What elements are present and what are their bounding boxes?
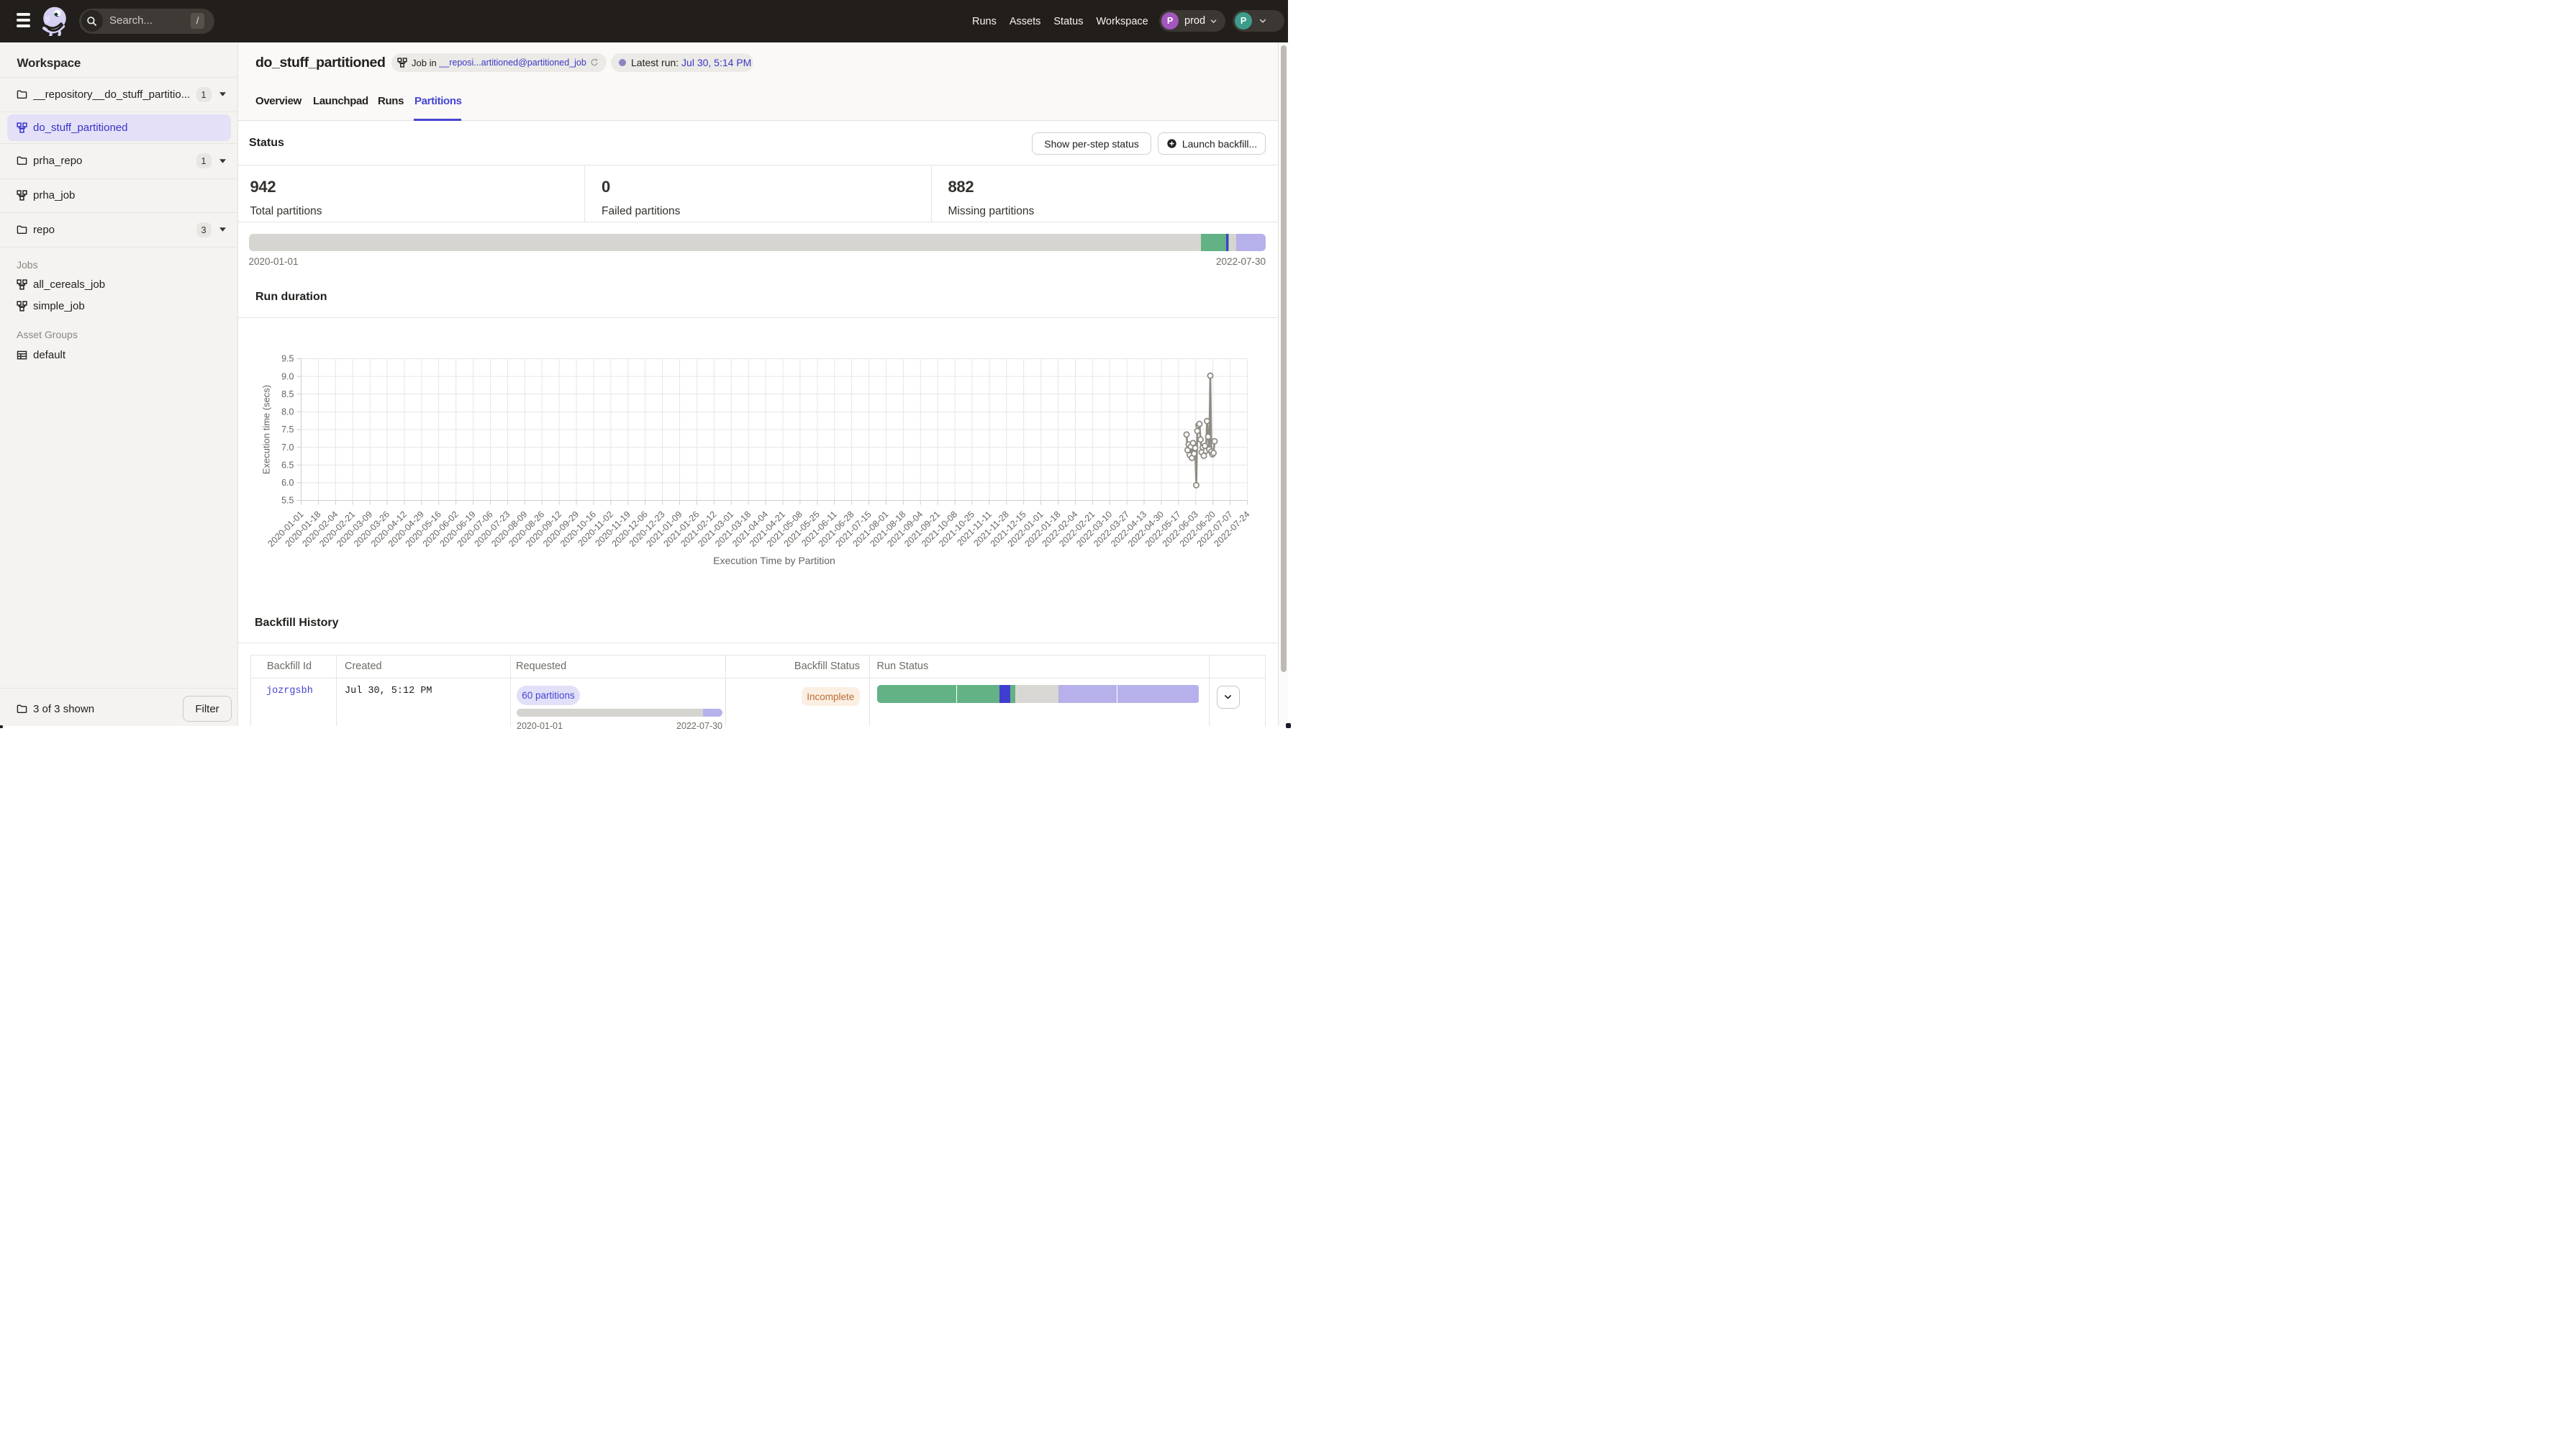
- svg-text:6.0: 6.0: [281, 478, 294, 488]
- svg-text:5.5: 5.5: [281, 496, 294, 506]
- svg-text:6.5: 6.5: [281, 460, 294, 470]
- svg-text:8.0: 8.0: [281, 407, 294, 417]
- svg-text:7.0: 7.0: [281, 443, 294, 453]
- svg-text:9.0: 9.0: [281, 371, 294, 381]
- svg-text:Execution Time by Partition: Execution Time by Partition: [713, 555, 835, 566]
- svg-text:9.5: 9.5: [281, 354, 294, 364]
- svg-text:8.5: 8.5: [281, 389, 294, 399]
- svg-text:Execution time (secs): Execution time (secs): [261, 385, 272, 474]
- svg-text:7.5: 7.5: [281, 425, 294, 435]
